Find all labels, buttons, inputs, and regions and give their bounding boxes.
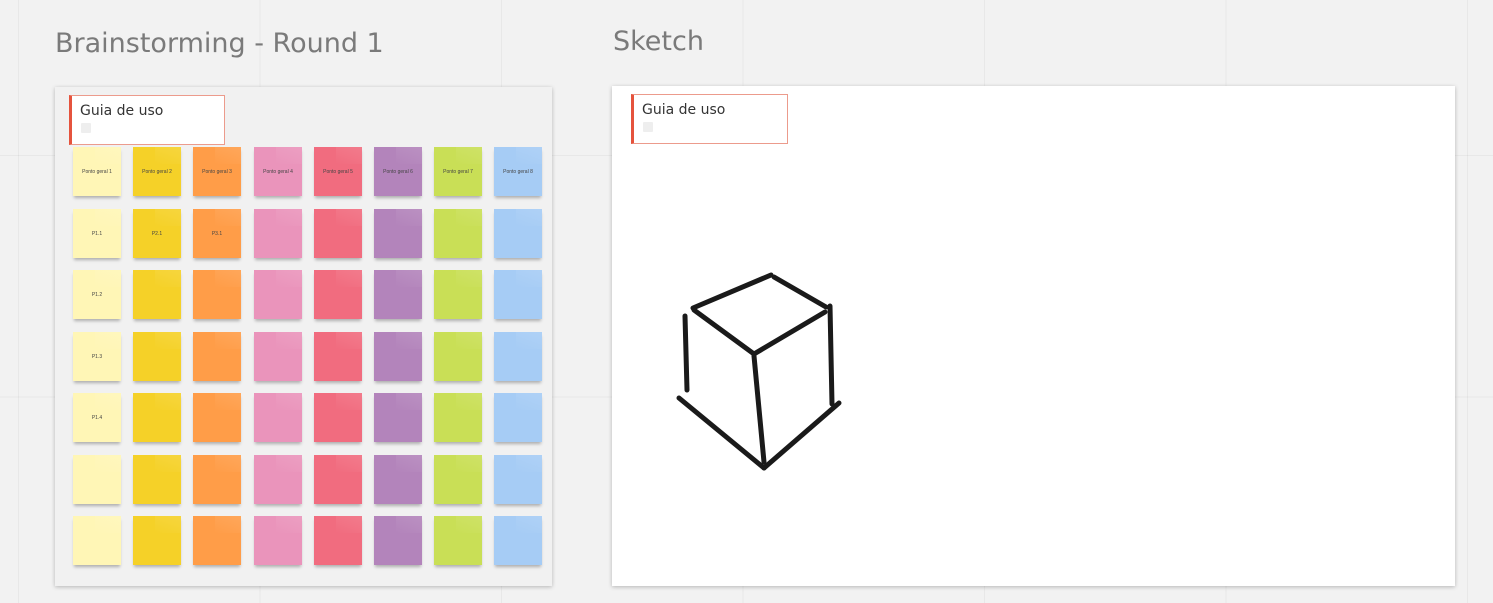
sticky-note[interactable]: P2.1 <box>133 209 181 258</box>
sticky-note[interactable] <box>254 209 302 258</box>
sketch-stroke <box>751 353 767 465</box>
sticky-note[interactable] <box>434 516 482 565</box>
sticky-note[interactable] <box>254 393 302 442</box>
sticky-note[interactable] <box>193 516 241 565</box>
sticky-note[interactable] <box>193 455 241 504</box>
sticky-note[interactable] <box>254 455 302 504</box>
sticky-note[interactable] <box>314 332 362 381</box>
sticky-note[interactable] <box>494 332 542 381</box>
sticky-note[interactable] <box>494 270 542 319</box>
sticky-note[interactable]: Ponto geral 1 <box>73 147 121 196</box>
sticky-note[interactable] <box>193 332 241 381</box>
guide-label: Guia de uso <box>80 103 164 119</box>
sticky-note[interactable] <box>434 209 482 258</box>
sticky-note[interactable]: Ponto geral 8 <box>494 147 542 196</box>
sticky-note[interactable] <box>193 270 241 319</box>
sticky-note[interactable] <box>494 455 542 504</box>
sticky-note[interactable]: Ponto geral 4 <box>254 147 302 196</box>
sticky-note[interactable] <box>434 332 482 381</box>
sticky-note[interactable] <box>494 393 542 442</box>
sticky-note[interactable]: Ponto geral 7 <box>434 147 482 196</box>
sticky-note[interactable]: P3.1 <box>193 209 241 258</box>
sticky-note[interactable]: P1.3 <box>73 332 121 381</box>
sketch-stroke <box>690 272 774 311</box>
sticky-note[interactable]: Ponto geral 2 <box>133 147 181 196</box>
frame-sketch[interactable]: Guia de uso <box>612 86 1455 586</box>
sticky-note[interactable] <box>434 455 482 504</box>
sticky-note[interactable] <box>374 332 422 381</box>
sticky-note[interactable] <box>314 270 362 319</box>
sticky-note[interactable] <box>314 209 362 258</box>
sticky-note[interactable] <box>314 393 362 442</box>
sticky-note[interactable] <box>193 393 241 442</box>
sketch-stroke <box>771 274 829 310</box>
sketch-stroke <box>691 307 757 357</box>
sticky-note[interactable] <box>254 516 302 565</box>
sticky-note[interactable]: P1.1 <box>73 209 121 258</box>
sketch-stroke <box>761 400 842 471</box>
sticky-note[interactable] <box>374 516 422 565</box>
sticky-note[interactable]: Ponto geral 5 <box>314 147 362 196</box>
sticky-note[interactable] <box>374 270 422 319</box>
sticky-note[interactable]: Ponto geral 6 <box>374 147 422 196</box>
frame-brainstorming[interactable]: Guia de uso Ponto geral 1 Ponto geral 2 Po… <box>55 87 552 586</box>
sticky-note[interactable] <box>374 393 422 442</box>
whiteboard-canvas[interactable]: Brainstorming - Round 1 Sketch Guia de u… <box>0 0 1493 603</box>
checkbox-icon[interactable] <box>81 123 91 133</box>
sticky-note[interactable] <box>133 455 181 504</box>
sticky-note[interactable] <box>314 455 362 504</box>
sticky-note[interactable] <box>494 209 542 258</box>
sticky-note[interactable] <box>374 209 422 258</box>
sticky-note[interactable]: P1.2 <box>73 270 121 319</box>
frame-title-brainstorming[interactable]: Brainstorming - Round 1 <box>55 28 384 59</box>
sticky-note[interactable] <box>494 516 542 565</box>
sticky-note[interactable]: P1.4 <box>73 393 121 442</box>
sketch-stroke <box>827 303 835 407</box>
sticky-note[interactable] <box>254 270 302 319</box>
sticky-note[interactable] <box>434 393 482 442</box>
sticky-note[interactable] <box>434 270 482 319</box>
sketch-stroke <box>676 395 767 471</box>
sticky-note[interactable]: Ponto geral 3 <box>193 147 241 196</box>
sticky-note[interactable] <box>254 332 302 381</box>
sticky-note[interactable] <box>73 516 121 565</box>
sticky-note[interactable] <box>133 270 181 319</box>
sticky-note[interactable] <box>133 393 181 442</box>
sketch-stroke <box>751 309 828 357</box>
sketch-stroke <box>682 313 690 393</box>
sticky-note[interactable] <box>374 455 422 504</box>
sticky-note[interactable] <box>133 332 181 381</box>
cube-sketch-drawing[interactable] <box>612 86 1455 586</box>
sticky-note[interactable] <box>314 516 362 565</box>
guide-note-brainstorming[interactable]: Guia de uso <box>69 95 225 145</box>
sticky-note[interactable] <box>73 455 121 504</box>
sticky-note[interactable] <box>133 516 181 565</box>
frame-title-sketch[interactable]: Sketch <box>613 26 704 57</box>
